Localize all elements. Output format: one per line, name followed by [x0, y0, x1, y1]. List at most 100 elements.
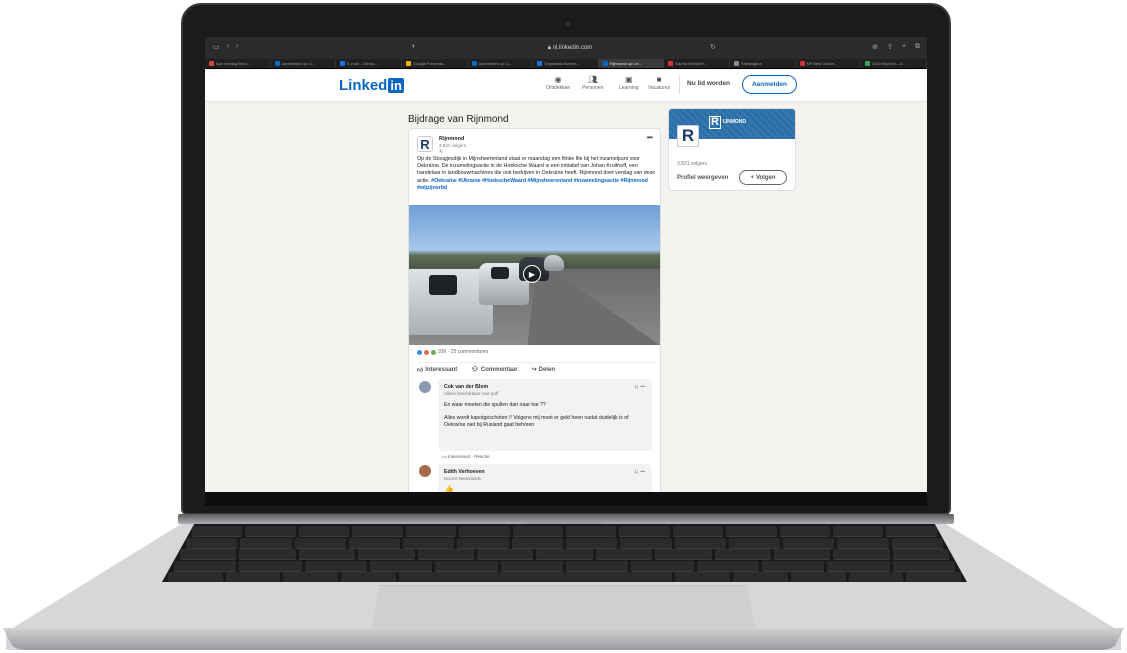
shield-icon[interactable]: ◐ — [412, 43, 416, 50]
top-nav: Linked in ◉ Ontdekken 👥︎ Personen ▣ Learn… — [205, 70, 927, 102]
new-tab-icon[interactable]: + — [902, 43, 906, 50]
comment-author[interactable]: Edith Verhoeven — [444, 469, 646, 475]
favicon-icon — [537, 61, 543, 66]
key — [790, 572, 846, 582]
author-followers: 3.831 volgers — [439, 143, 467, 148]
key-row — [168, 572, 962, 582]
tab-label: Aanmelden op Li... — [478, 61, 512, 66]
screen-bezel — [205, 492, 927, 506]
post-actions: 👍︎ Interessant 💬︎ Commentaar ↪ Delen — [417, 362, 657, 376]
key — [512, 526, 563, 537]
comment-avatar[interactable] — [419, 381, 431, 393]
key — [675, 572, 731, 582]
nav-learning[interactable]: ▣ Learning — [619, 75, 638, 91]
browser-tab[interactable]: Startpagina — [730, 59, 796, 68]
like-button[interactable]: 👍︎ Interessant — [417, 366, 457, 374]
key — [620, 537, 672, 549]
nav-people[interactable]: 👥︎ Personen — [582, 75, 603, 91]
sidebar-icon[interactable]: ▭ — [213, 43, 220, 51]
address-bar[interactable]: 🔒︎ nl.linkedin.com — [505, 42, 635, 54]
people-icon: 👥︎ — [587, 75, 598, 84]
favicon-icon — [799, 61, 805, 66]
key-row — [186, 537, 943, 549]
forward-icon[interactable]: › — [236, 43, 238, 50]
company-followers: 3.831 volgers — [677, 161, 708, 167]
key — [369, 560, 433, 572]
celebrate-reaction-icon — [431, 349, 436, 355]
browser-tab[interactable]: Aan verslag Bera... — [205, 59, 271, 68]
follow-button[interactable]: + Volgen — [739, 170, 787, 185]
play-icon[interactable]: ▶ — [523, 265, 541, 283]
key — [341, 572, 396, 582]
key-row — [174, 560, 955, 572]
browser-tab[interactable]: Rijnmond op Lin... — [598, 59, 665, 68]
key — [565, 560, 629, 572]
key — [180, 549, 237, 560]
key — [696, 560, 759, 572]
favicon-icon — [340, 61, 346, 66]
key — [783, 537, 835, 549]
briefcase-icon: ■ — [656, 75, 662, 84]
author-name[interactable]: Rijnmond — [439, 136, 464, 142]
tab-label: Rijnmond op Lin... — [609, 61, 643, 66]
browser-tab[interactable]: E-mail – Gecso... — [336, 59, 402, 68]
comment-button[interactable]: 💬︎ Commentaar — [471, 366, 517, 374]
post-video[interactable]: ▶ — [409, 205, 660, 345]
post-hashtags[interactable]: #Oekraïne #Ukraine #HoekscheWaard #Mijns… — [417, 178, 648, 191]
comment-avatar[interactable] — [419, 465, 431, 477]
signin-button[interactable]: Aanmelden — [742, 75, 797, 94]
key — [511, 537, 563, 549]
back-icon[interactable]: ‹ — [227, 43, 229, 50]
key — [186, 537, 238, 549]
author-avatar[interactable]: R — [417, 136, 433, 152]
car-window — [491, 267, 509, 279]
key — [848, 572, 904, 582]
more-options-icon[interactable]: ••• — [647, 133, 653, 142]
key — [672, 526, 724, 537]
key — [298, 526, 350, 537]
browser-tab[interactable]: NP Best Insulin... — [796, 59, 862, 68]
tab-label: E-mail – Gecso... — [347, 61, 378, 66]
comment-author-title: Alleen beschikbaar voor golf — [444, 391, 498, 396]
tab-label: DAD Beyond – A... — [872, 61, 906, 66]
browser-tab[interactable]: Aanmelden op Li... — [271, 59, 337, 68]
company-avatar[interactable]: R — [677, 125, 699, 147]
download-icon[interactable]: ⊕ — [872, 43, 878, 51]
key — [536, 549, 593, 560]
comment-item: Cok van der Blom Alleen beschikbaar voor… — [438, 379, 652, 451]
key — [304, 560, 367, 572]
share-button[interactable]: ↪ Delen — [532, 366, 555, 374]
keyboard — [162, 524, 967, 582]
laptop-front-edge — [3, 628, 1124, 650]
browser-tab[interactable]: Google Presenta... — [402, 59, 468, 68]
browser-tab[interactable]: Aanmelden op Li... — [468, 59, 534, 68]
nav-discover[interactable]: ◉ Ontdekken — [546, 75, 570, 91]
tab-label: Aan verslag Bera... — [216, 61, 251, 66]
play-box-icon: ▣ — [624, 75, 633, 84]
browser-tab[interactable]: Organisatorisches... — [533, 59, 599, 68]
comment-author[interactable]: Cok van der Blom — [444, 384, 646, 390]
join-link[interactable]: Nu lid worden — [687, 80, 730, 87]
nav-divider — [679, 76, 680, 94]
like-reaction-icon — [417, 349, 422, 355]
key — [239, 560, 302, 572]
favicon-icon — [734, 61, 740, 66]
key — [298, 549, 356, 560]
tab-bar: Aan verslag Bera... Aanmelden op Li... E-m… — [205, 59, 927, 69]
favicon-icon — [274, 61, 280, 66]
reactions-summary[interactable]: 936 · 25 commentaren — [417, 349, 488, 355]
share-icon[interactable]: ⇧ — [887, 43, 893, 51]
comment-actions[interactable]: 👍︎ Interessant · Reactie — [442, 454, 489, 460]
laptop-photo: ▭ ‹ › ◐ 🔒︎ nl.linkedin.com ↻ ⊕ ⇧ + ⧉ Aan… — [0, 0, 1127, 653]
key — [619, 526, 670, 537]
nav-jobs[interactable]: ■ Vacatures — [648, 75, 670, 91]
comment-text: Alles wordt kapotgeschoten !! Volgens mi… — [444, 415, 629, 428]
tab-overview-icon[interactable]: ⧉ — [915, 43, 920, 51]
reload-icon[interactable]: ↻ — [710, 43, 716, 51]
browser-tab[interactable]: Karina Wendler/... — [664, 59, 731, 68]
key — [837, 537, 889, 549]
key — [906, 572, 962, 582]
view-profile-link[interactable]: Profiel weergeven — [677, 175, 728, 181]
linkedin-logo[interactable]: Linked in — [339, 77, 404, 94]
browser-tab[interactable]: DAD Beyond – A... — [861, 59, 927, 68]
